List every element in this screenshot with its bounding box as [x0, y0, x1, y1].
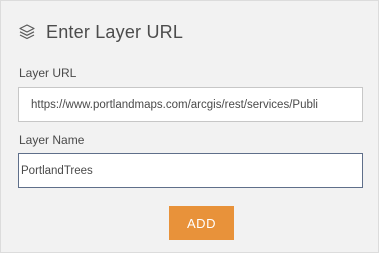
layer-name-label: Layer Name	[19, 133, 85, 147]
panel-header: Enter Layer URL	[18, 20, 183, 44]
panel-title: Enter Layer URL	[46, 21, 184, 42]
add-button[interactable]: ADD	[169, 206, 234, 240]
layer-url-label: Layer URL	[19, 66, 77, 80]
enter-layer-url-panel: Enter Layer URL Layer URL Layer Name ADD	[0, 0, 379, 253]
layer-url-input[interactable]	[18, 87, 363, 122]
layer-name-input[interactable]	[18, 153, 363, 188]
layers-icon	[18, 23, 36, 41]
